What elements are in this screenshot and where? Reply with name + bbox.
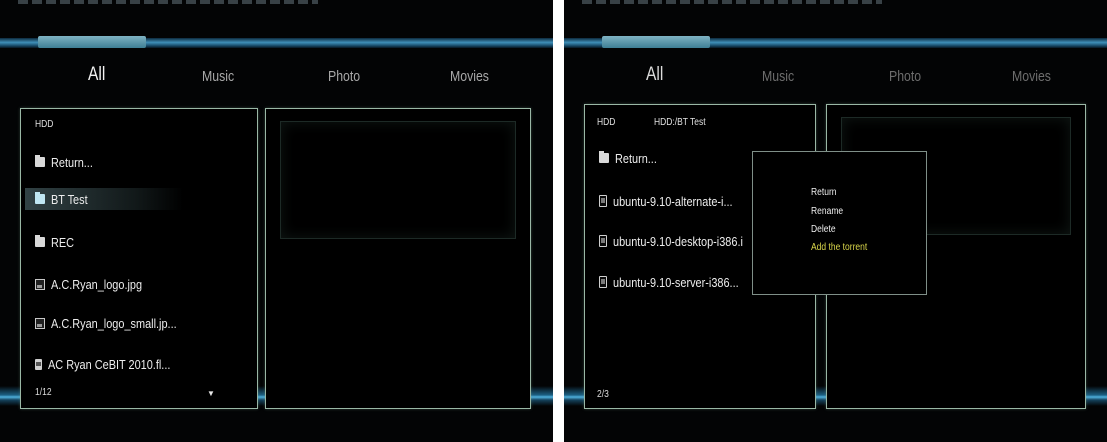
folder-icon <box>35 155 45 167</box>
image-file-icon <box>35 278 45 290</box>
menu-item-add-torrent[interactable]: Add the torrent <box>811 242 867 253</box>
video-file-icon <box>35 358 42 370</box>
menu-item-delete[interactable]: Delete <box>811 224 836 235</box>
media-browser-screen-left: All Music Photo Movies HDD Return... BT … <box>0 0 553 442</box>
menu-item-return[interactable]: Return <box>811 187 837 198</box>
list-item-label: ubuntu-9.10-desktop-i386.i <box>613 233 743 249</box>
menu-item-rename[interactable]: Rename <box>811 206 843 217</box>
tab-photo[interactable]: Photo <box>889 68 921 85</box>
list-item-label: ubuntu-9.10-alternate-i... <box>613 193 733 209</box>
path-label: HDD <box>35 119 54 130</box>
file-icon <box>599 276 607 288</box>
list-item-label: REC <box>51 234 75 250</box>
list-item[interactable]: REC <box>35 231 78 253</box>
list-item-selected[interactable]: ubuntu-9.10-desktop-i386.i <box>599 230 768 252</box>
list-item[interactable]: ubuntu-9.10-server-i386... <box>599 271 763 293</box>
list-item-label: Return... <box>51 154 93 170</box>
list-item[interactable]: ubuntu-9.10-alternate-i... <box>599 190 755 212</box>
scroll-down-icon[interactable]: ▼ <box>207 389 215 398</box>
tab-movies[interactable]: Movies <box>450 68 489 85</box>
tab-photo[interactable]: Photo <box>328 68 360 85</box>
folder-icon <box>599 151 609 163</box>
folder-icon <box>35 192 45 204</box>
tab-all[interactable]: All <box>88 64 105 86</box>
list-item-label: Return... <box>615 150 657 166</box>
list-item-label: A.C.Ryan_logo_small.jp... <box>51 315 177 331</box>
top-tab-indicator <box>38 36 146 48</box>
list-item[interactable]: Return... <box>599 147 665 169</box>
list-item[interactable]: A.C.Ryan_logo.jpg <box>35 273 159 295</box>
list-item[interactable]: AC Ryan CeBIT 2010.fl... <box>35 353 194 375</box>
list-item[interactable]: A.C.Ryan_logo_small.jp... <box>35 312 201 334</box>
list-item-label: AC Ryan CeBIT 2010.fl... <box>48 356 171 372</box>
top-tab-indicator <box>602 36 710 48</box>
image-file-icon <box>35 317 45 329</box>
preview-panel <box>265 108 531 409</box>
list-item-selected[interactable]: BT Test <box>25 188 183 210</box>
top-decoration <box>582 0 882 4</box>
top-decoration <box>18 0 318 4</box>
tab-music[interactable]: Music <box>762 68 794 85</box>
folder-icon <box>35 235 45 247</box>
context-menu: Return Rename Delete Add the torrent <box>752 151 927 295</box>
file-icon <box>599 195 607 207</box>
path-root-label: HDD <box>597 117 616 128</box>
list-item[interactable]: Return... <box>35 151 101 173</box>
tab-movies[interactable]: Movies <box>1012 68 1051 85</box>
list-item-label: BT Test <box>51 191 88 207</box>
file-icon <box>599 235 607 247</box>
tab-all[interactable]: All <box>646 64 663 86</box>
preview-thumbnail-area <box>280 121 516 239</box>
list-item-label: A.C.Ryan_logo.jpg <box>51 276 143 292</box>
page-indicator: 2/3 <box>597 389 609 400</box>
file-list-panel: HDD Return... BT Test REC A.C.Ryan_logo.… <box>20 108 258 409</box>
tab-music[interactable]: Music <box>202 68 234 85</box>
list-item-label: ubuntu-9.10-server-i386... <box>613 274 739 290</box>
page-indicator: 1/12 <box>35 387 52 398</box>
path-current-label: HDD:/BT Test <box>654 117 706 128</box>
